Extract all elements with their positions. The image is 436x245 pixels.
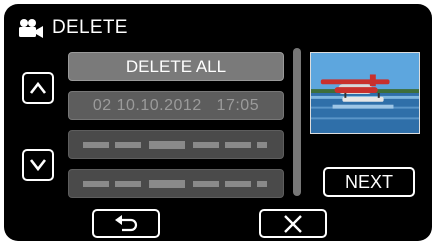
seaplane-thumbnail	[311, 53, 419, 133]
blurred-text-placeholder	[83, 179, 267, 188]
list-item[interactable]: 02 10.10.2012 17:05	[68, 91, 284, 120]
close-icon	[284, 214, 302, 233]
chevron-down-icon	[29, 159, 47, 172]
video-camera-icon	[19, 19, 43, 38]
thumbnail-preview	[310, 52, 420, 134]
next-button-label: NEXT	[344, 171, 393, 192]
scroll-down-button[interactable]	[22, 149, 54, 181]
chevron-up-icon	[29, 81, 47, 94]
next-button[interactable]: NEXT	[323, 167, 415, 197]
scrollbar[interactable]	[293, 48, 301, 196]
delete-all-button[interactable]: DELETE ALL	[68, 52, 284, 81]
list-item-blurred[interactable]	[68, 130, 284, 159]
list-item-label: 02 10.10.2012 17:05	[92, 96, 260, 114]
header: DELETE	[18, 14, 128, 42]
delete-screen: DELETE DELETE ALL 02 10.10.2012 17:05 NE…	[4, 4, 432, 241]
back-button[interactable]	[92, 209, 160, 238]
page-title: DELETE	[52, 17, 128, 38]
scroll-up-button[interactable]	[22, 72, 54, 104]
blurred-text-placeholder	[83, 140, 267, 149]
close-button[interactable]	[259, 209, 327, 238]
list-item-blurred[interactable]	[68, 169, 284, 198]
delete-all-label: DELETE ALL	[125, 56, 227, 76]
return-arrow-icon	[115, 214, 138, 231]
